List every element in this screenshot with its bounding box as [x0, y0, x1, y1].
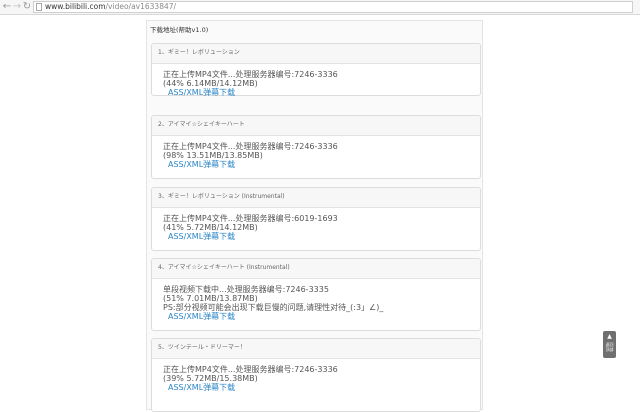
video-card: 5、ツインテール・ドリーマー！ 正在上传MP4文件...处理服务器编号:7246…	[151, 338, 481, 412]
video-title: 3、ギミー！レボリューション (Instrumental)	[158, 193, 285, 200]
video-title: 5、ツインテール・ドリーマー！	[158, 344, 246, 351]
video-title: 4、アイマイ☆シェイキーハート (Instrumental)	[158, 264, 290, 271]
card-header: 4、アイマイ☆シェイキーハート (Instrumental)	[152, 259, 480, 279]
danmaku-download-link[interactable]: ASS/XML弹幕下载	[168, 312, 472, 321]
url-host: www.bilibili.com	[45, 2, 106, 11]
slow-download-note: PS:部分视频可能会出现下载巨慢的问题,请理性对待_(:3」∠)_	[163, 303, 384, 312]
browser-toolbar: ← → ↻ www.bilibili.com/video/av1633847/	[0, 0, 640, 15]
danmaku-download-link[interactable]: ASS/XML弹幕下载	[168, 383, 472, 392]
upload-status: 正在上传MP4文件...处理服务器编号:7246-3336	[163, 70, 338, 79]
page-icon	[36, 3, 42, 11]
danmaku-download-link[interactable]: ASS/XML弹幕下载	[168, 160, 472, 169]
card-header: 5、ツインテール・ドリーマー！	[152, 339, 480, 359]
video-card: 4、アイマイ☆シェイキーハート (Instrumental) 单段视频下载中..…	[151, 258, 481, 331]
upload-status: 正在上传MP4文件...处理服务器编号:7246-3336	[163, 142, 338, 151]
video-title: 1、ギミー！レボリューション	[158, 49, 240, 56]
back-to-top-line2: 顶部	[605, 347, 614, 352]
progress-text: (98% 13.51MB/13.85MB)	[163, 151, 263, 160]
video-card: 1、ギミー！レボリューション 正在上传MP4文件...处理服务器编号:7246-…	[151, 43, 481, 97]
card-header: 1、ギミー！レボリューション	[152, 44, 480, 64]
progress-text: (51% 7.01MB/13.87MB)	[163, 294, 258, 303]
card-body: 正在上传MP4文件...处理服务器编号:7246-3336 (39% 5.72M…	[163, 365, 472, 392]
card-body: 正在上传MP4文件...处理服务器编号:7246-3336 (98% 13.51…	[163, 142, 472, 169]
card-body: 正在上传MP4文件...处理服务器编号:7246-3336 (44% 6.14M…	[163, 70, 472, 97]
back-to-top-button[interactable]: ▲ 返回 顶部	[603, 331, 616, 358]
card-body: 单段视频下载中...处理服务器编号:7246-3335 (51% 7.01MB/…	[163, 285, 472, 321]
video-card: 2、アイマイ☆シェイキーハート 正在上传MP4文件...处理服务器编号:7246…	[151, 115, 481, 179]
video-card: 3、ギミー！レボリューション (Instrumental) 正在上传MP4文件.…	[151, 187, 481, 251]
back-to-top-label: 返回 顶部	[603, 342, 616, 352]
danmaku-download-link[interactable]: ASS/XML弹幕下载	[168, 88, 472, 97]
video-title: 2、アイマイ☆シェイキーハート	[158, 121, 245, 128]
reload-icon[interactable]: ↻	[21, 1, 33, 13]
progress-text: (44% 6.14MB/14.12MB)	[163, 79, 258, 88]
upload-status: 正在上传MP4文件...处理服务器编号:6019-1693	[163, 214, 338, 223]
card-header: 2、アイマイ☆シェイキーハート	[152, 116, 480, 136]
panel-title: 下载地址(帮助v1.0)	[150, 26, 209, 34]
card-body: 正在上传MP4文件...处理服务器编号:6019-1693 (41% 5.72M…	[163, 214, 472, 241]
danmaku-download-link[interactable]: ASS/XML弹幕下载	[168, 232, 472, 241]
download-panel: 下载地址(帮助v1.0) 1、ギミー！レボリューション 正在上传MP4文件...…	[146, 20, 483, 412]
url-path: /video/av1633847/	[105, 2, 177, 11]
upload-status: 正在上传MP4文件...处理服务器编号:7246-3336	[163, 365, 338, 374]
progress-text: (39% 5.72MB/15.38MB)	[163, 374, 258, 383]
up-arrow-icon: ▲	[607, 333, 612, 340]
card-header: 3、ギミー！レボリューション (Instrumental)	[152, 188, 480, 208]
address-text[interactable]: www.bilibili.com/video/av1633847/	[45, 2, 176, 12]
progress-text: (41% 5.72MB/14.12MB)	[163, 223, 258, 232]
download-status: 单段视频下载中...处理服务器编号:7246-3335	[163, 285, 329, 294]
address-bar[interactable]: www.bilibili.com/video/av1633847/	[33, 1, 633, 13]
